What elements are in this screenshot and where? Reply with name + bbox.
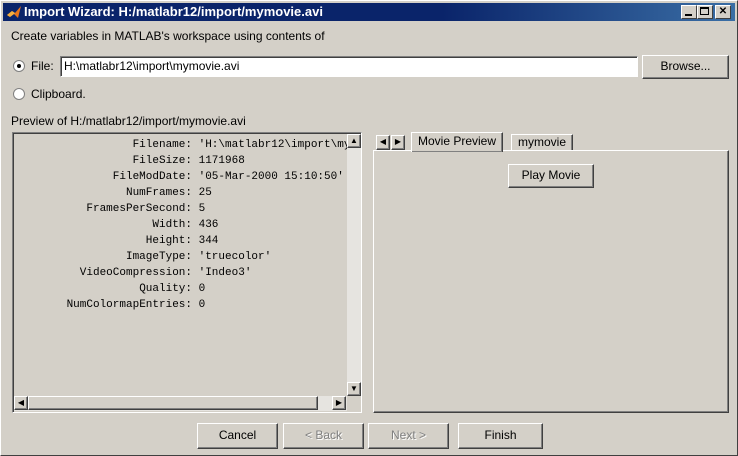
info-row: Width: 436 xyxy=(14,217,348,233)
file-path-input[interactable]: H:\matlabr12\import\mymovie.avi xyxy=(60,56,638,77)
info-value: 25 xyxy=(198,187,212,199)
vertical-scrollbar[interactable]: ▲ ▼ xyxy=(347,134,361,396)
info-row: NumColormapEntries: 0 xyxy=(14,297,348,313)
horizontal-scrollbar[interactable]: ◀ ▶ xyxy=(14,396,347,411)
info-value: 0 xyxy=(198,283,206,295)
play-movie-button[interactable]: Play Movie xyxy=(508,164,594,188)
browse-button[interactable]: Browse... xyxy=(642,55,729,79)
title-bar[interactable]: Import Wizard: H:/matlabr12/import/mymov… xyxy=(3,3,735,21)
tab-scroll-right-button[interactable]: ▶ xyxy=(391,135,405,150)
minimize-button[interactable] xyxy=(681,5,697,19)
instructions-text: Create variables in MATLAB's workspace u… xyxy=(11,29,325,43)
info-key: FileSize: xyxy=(132,155,192,167)
info-value: 344 xyxy=(198,235,219,247)
scroll-right-button[interactable]: ▶ xyxy=(332,396,346,410)
scroll-up-arrow-icon: ▲ xyxy=(350,136,358,145)
info-key: Quality: xyxy=(139,283,192,295)
scroll-left-arrow-icon: ◀ xyxy=(17,398,25,407)
minimize-icon xyxy=(685,14,692,16)
scroll-left-button[interactable]: ◀ xyxy=(14,396,28,410)
info-key: Filename: xyxy=(132,139,192,151)
info-key: FramesPerSecond: xyxy=(86,203,192,215)
window-title: Import Wizard: H:/matlabr12/import/mymov… xyxy=(24,4,323,19)
scroll-up-button[interactable]: ▲ xyxy=(347,134,361,148)
info-value: 0 xyxy=(198,299,206,311)
scroll-down-arrow-icon: ▼ xyxy=(350,384,358,393)
info-row: ImageType: 'truecolor' xyxy=(14,249,348,265)
clipboard-radio-label: Clipboard. xyxy=(31,87,86,101)
info-value: '05-Mar-2000 15:10:50' xyxy=(198,171,344,183)
cancel-button[interactable]: Cancel xyxy=(197,423,278,449)
maximize-icon xyxy=(700,7,709,15)
scroll-down-button[interactable]: ▼ xyxy=(347,382,361,396)
horizontal-scroll-thumb[interactable] xyxy=(28,396,318,410)
file-info-pane: Filename: 'H:\matlabr12\import\mymovie.a… xyxy=(12,132,362,413)
close-button[interactable]: ✕ xyxy=(715,5,731,19)
clipboard-radio[interactable] xyxy=(13,88,25,100)
movie-preview-panel: Play Movie xyxy=(373,150,729,413)
info-value: 436 xyxy=(198,219,219,231)
tab-mymovie[interactable]: mymovie xyxy=(511,134,574,151)
info-row: VideoCompression: 'Indeo3' xyxy=(14,265,348,281)
finish-button[interactable]: Finish xyxy=(458,423,543,449)
info-row: FileSize: 1171968 xyxy=(14,153,348,169)
preview-label: Preview of H:/matlabr12/import/mymovie.a… xyxy=(11,114,246,128)
info-value: 'Indeo3' xyxy=(198,267,252,279)
info-row: FramesPerSecond: 5 xyxy=(14,201,348,217)
tab-scroll-left-button[interactable]: ◀ xyxy=(376,135,390,150)
file-radio[interactable] xyxy=(13,60,25,72)
close-icon: ✕ xyxy=(718,6,728,17)
tab-left-arrow-icon: ◀ xyxy=(379,137,387,146)
info-row: Height: 344 xyxy=(14,233,348,249)
back-button[interactable]: < Back xyxy=(283,423,364,449)
info-value: 5 xyxy=(198,203,206,215)
info-value: 'truecolor' xyxy=(198,251,272,263)
info-key: NumColormapEntries: xyxy=(66,299,192,311)
info-key: FileModDate: xyxy=(112,171,192,183)
info-row: Quality: 0 xyxy=(14,281,348,297)
info-key: ImageType: xyxy=(125,251,192,263)
info-row: Filename: 'H:\matlabr12\import\mymovie.a… xyxy=(14,137,348,153)
info-value: 1171968 xyxy=(198,155,245,167)
import-wizard-window: Import Wizard: H:/matlabr12/import/mymov… xyxy=(0,0,738,456)
tab-right-arrow-icon: ▶ xyxy=(394,137,402,146)
info-key: VideoCompression: xyxy=(79,267,192,279)
info-row: NumFrames: 25 xyxy=(14,185,348,201)
maximize-button[interactable] xyxy=(697,5,713,19)
info-value: 'H:\matlabr12\import\mymovie.avi' xyxy=(198,139,348,151)
next-button[interactable]: Next > xyxy=(368,423,449,449)
scroll-right-arrow-icon: ▶ xyxy=(335,398,343,407)
matlab-logo-icon xyxy=(7,6,21,18)
tab-movie-preview[interactable]: Movie Preview xyxy=(411,132,504,152)
info-row: FileModDate: '05-Mar-2000 15:10:50' xyxy=(14,169,348,185)
file-info-list: Filename: 'H:\matlabr12\import\mymovie.a… xyxy=(14,137,348,395)
info-key: Height: xyxy=(145,235,192,247)
info-key: Width: xyxy=(152,219,192,231)
radio-selected-dot xyxy=(17,64,21,68)
info-key: NumFrames: xyxy=(125,187,192,199)
file-radio-label: File: xyxy=(31,59,54,73)
